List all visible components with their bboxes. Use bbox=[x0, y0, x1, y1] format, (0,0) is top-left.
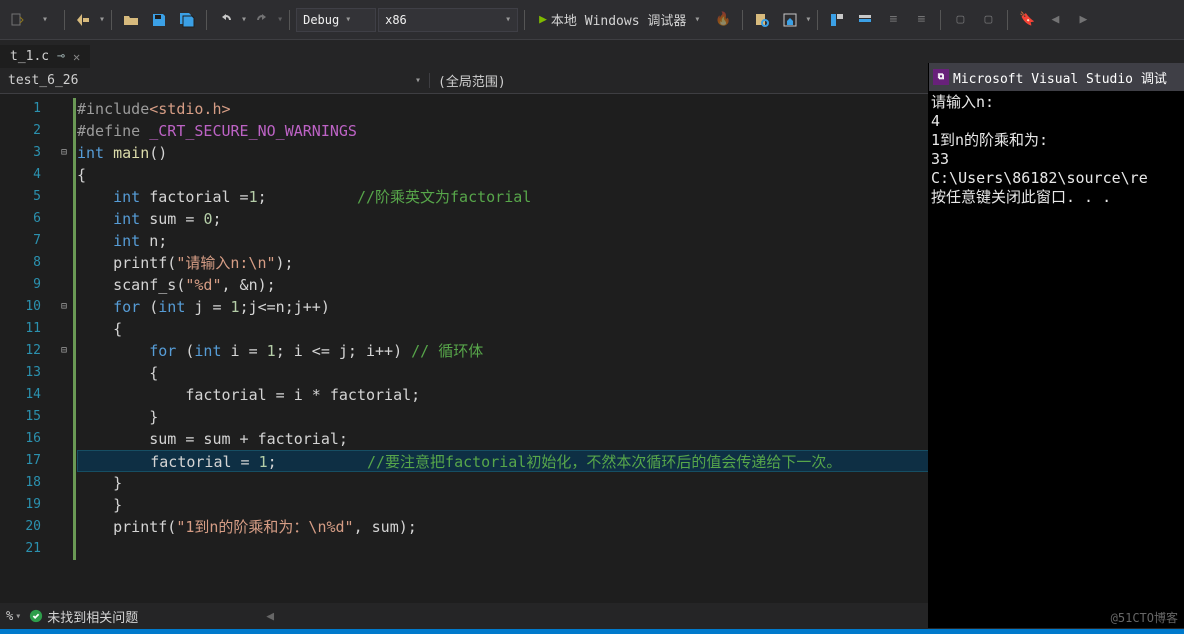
redo-chevron[interactable]: ▾ bbox=[277, 14, 283, 25]
bookmark-icon[interactable]: 🔖 bbox=[1014, 7, 1040, 33]
watermark: @51CTO博客 bbox=[1111, 609, 1178, 626]
layout-icon[interactable] bbox=[824, 7, 850, 33]
run-debug-button[interactable]: ▶本地 Windows 调试器▾ bbox=[531, 7, 708, 33]
save-all-icon[interactable] bbox=[174, 7, 200, 33]
fold-column[interactable]: ⊟⊟⊟ bbox=[55, 94, 73, 594]
stack-icon[interactable] bbox=[852, 7, 878, 33]
file-tab-label: t_1.c bbox=[10, 49, 49, 64]
console-title: Microsoft Visual Studio 调试 bbox=[953, 68, 1167, 87]
console-output: 请输入n: 4 1到n的阶乘和为: 33 C:\Users\86182\sour… bbox=[929, 91, 1184, 209]
nav-chevron[interactable]: ▾ bbox=[99, 14, 105, 25]
home-icon[interactable] bbox=[777, 7, 803, 33]
bottom-blue-bar bbox=[0, 629, 1184, 634]
console-titlebar[interactable]: ⧉ Microsoft Visual Studio 调试 bbox=[929, 63, 1184, 91]
file-tab[interactable]: t_1.c ⊸ ✕ bbox=[0, 45, 90, 68]
uncomment-icon[interactable]: ▢ bbox=[975, 7, 1001, 33]
flame-icon[interactable]: 🔥 bbox=[710, 7, 736, 33]
config-select[interactable]: Debug▾ bbox=[296, 8, 376, 32]
main-toolbar: ▾ ▾ ▾ ▾ Debug▾ x86▾ ▶本地 Windows 调试器▾ 🔥 ▾… bbox=[0, 0, 1184, 40]
comment-icon[interactable]: ▢ bbox=[947, 7, 973, 33]
home-chevron[interactable]: ▾ bbox=[805, 14, 811, 25]
dropdown-chevron-1[interactable]: ▾ bbox=[32, 7, 58, 33]
close-tab-icon[interactable]: ✕ bbox=[73, 50, 80, 64]
scroll-left-icon[interactable]: ◀ bbox=[266, 609, 274, 624]
undo-chevron[interactable]: ▾ bbox=[241, 14, 247, 25]
open-folder-icon[interactable] bbox=[118, 7, 144, 33]
bookmark-next-icon[interactable]: ▶ bbox=[1070, 7, 1096, 33]
debug-console: ⧉ Microsoft Visual Studio 调试 请输入n: 4 1到n… bbox=[928, 63, 1184, 628]
find-in-files-icon[interactable] bbox=[749, 7, 775, 33]
vs-icon: ⧉ bbox=[933, 69, 949, 85]
line-gutter: 123456789101112131415161718192021 bbox=[0, 94, 55, 594]
undo-icon[interactable] bbox=[213, 7, 239, 33]
crumb-scope[interactable]: test_6_26▾ bbox=[0, 73, 430, 88]
redo-icon[interactable] bbox=[249, 7, 275, 33]
save-icon[interactable] bbox=[146, 7, 172, 33]
bookmark-prev-icon[interactable]: ◀ bbox=[1042, 7, 1068, 33]
no-issues-status[interactable]: 未找到相关问题 bbox=[29, 607, 138, 626]
indent-left-icon[interactable]: ≡ bbox=[880, 7, 906, 33]
indent-right-icon[interactable]: ≡ bbox=[908, 7, 934, 33]
pin-icon[interactable]: ⊸ bbox=[57, 49, 65, 64]
platform-select[interactable]: x86▾ bbox=[378, 8, 518, 32]
new-icon[interactable] bbox=[4, 7, 30, 33]
zoom-level[interactable]: %▾ bbox=[6, 609, 21, 623]
nav-back-icon[interactable] bbox=[71, 7, 97, 33]
